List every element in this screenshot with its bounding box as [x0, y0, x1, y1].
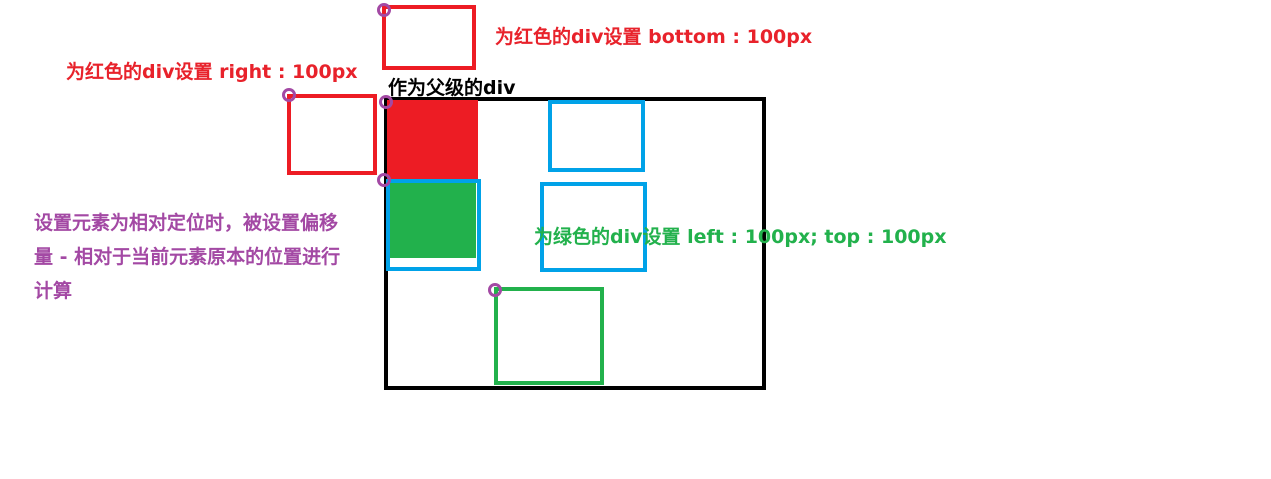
blue-outline-green-original [386, 179, 481, 271]
blue-outline-box-top [548, 100, 645, 172]
corner-marker-red-bottom [377, 3, 391, 17]
corner-marker-green-original [377, 173, 391, 187]
green-left-top-label: 为绿色的div设置 left : 100px; top : 100px [534, 226, 947, 248]
red-div-bottom-offset [382, 5, 476, 70]
red-right-label: 为红色的div设置 right : 100px [66, 61, 358, 83]
relative-positioning-note: 设置元素为相对定位时，被设置偏移量 - 相对于当前元素原本的位置进行计算 [34, 212, 341, 302]
corner-marker-red-right [282, 88, 296, 102]
corner-marker-green-offset [488, 283, 502, 297]
red-div-right-offset [287, 94, 377, 175]
green-div-left-top-offset [494, 287, 604, 385]
parent-div-label: 作为父级的div [388, 77, 516, 99]
red-div-original [387, 100, 478, 180]
red-bottom-label: 为红色的div设置 bottom : 100px [495, 26, 813, 48]
